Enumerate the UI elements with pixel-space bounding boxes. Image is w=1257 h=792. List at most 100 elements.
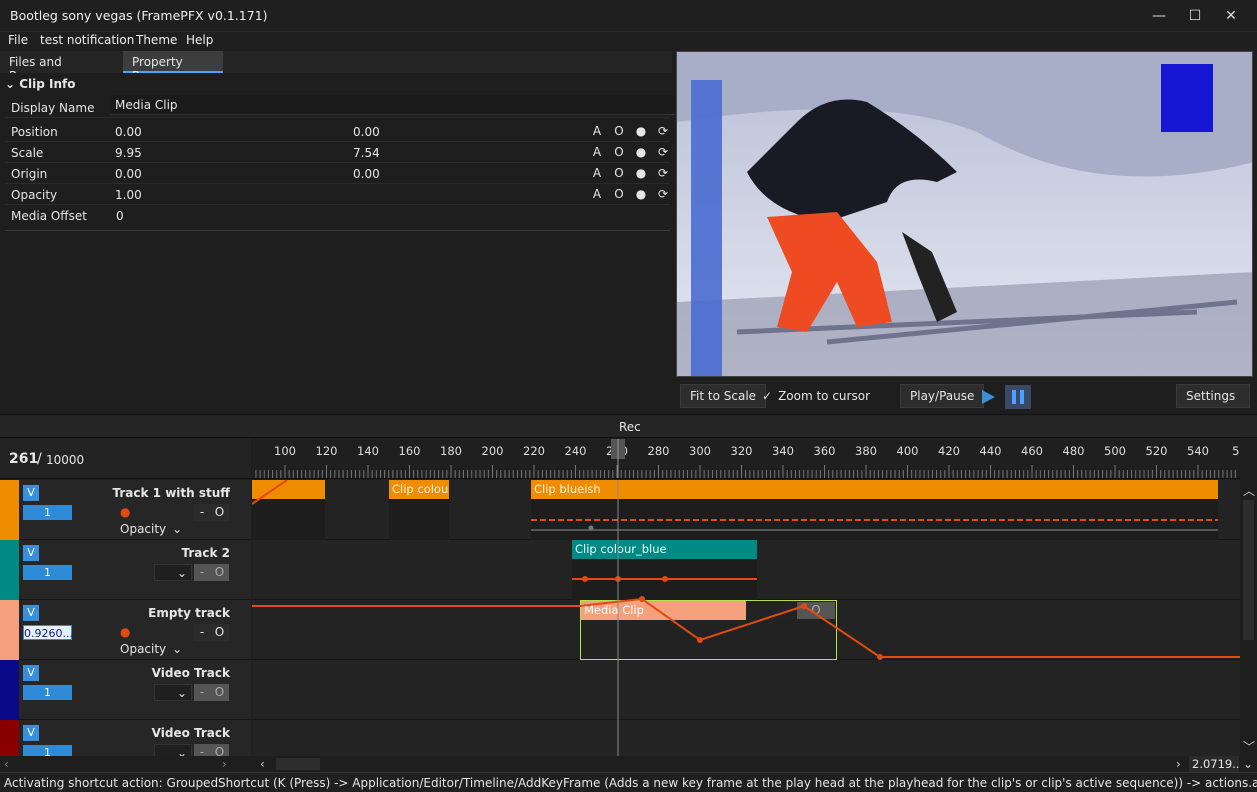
track-visibility-button[interactable]: V <box>23 605 39 621</box>
automation-a-button[interactable]: A <box>590 187 604 201</box>
keyframe-dot-icon[interactable]: ● <box>634 124 648 138</box>
play-icon[interactable] <box>976 385 1000 409</box>
keyframe-dot-icon[interactable]: ● <box>634 166 648 180</box>
scroll-thumb[interactable] <box>1243 500 1254 640</box>
reset-icon[interactable]: ⟳ <box>656 124 670 138</box>
override-button[interactable]: O <box>210 564 229 581</box>
automation-param-select[interactable]: ● Opacity ⌄ <box>120 504 192 536</box>
automation-param-select[interactable]: ⌄ <box>154 684 192 701</box>
automation-a-button[interactable]: A <box>590 124 604 138</box>
ruler-tick-label: 460 <box>1021 444 1043 458</box>
keyframe-dot-icon[interactable]: ● <box>634 145 648 159</box>
track-name: Track 1 with stuff <box>112 486 230 500</box>
property-value-y[interactable]: 0.00 <box>353 125 380 139</box>
chevron-left-icon[interactable]: ‹ <box>260 757 265 771</box>
override-button[interactable]: O <box>612 166 626 180</box>
track-color-swatch[interactable] <box>0 480 19 540</box>
automation-a-button[interactable]: A <box>590 145 604 159</box>
zoom-value-field[interactable]: 2.0719... <box>1189 756 1239 772</box>
reset-icon[interactable]: ⟳ <box>656 145 670 159</box>
track-value-field[interactable]: 1 <box>23 565 72 580</box>
chevron-right-icon[interactable]: › <box>1176 757 1181 771</box>
pause-icon[interactable] <box>1005 385 1031 409</box>
override-button[interactable]: O <box>210 624 229 641</box>
keyframe-point[interactable] <box>877 654 883 660</box>
media-offset-value[interactable]: 0 <box>116 209 124 223</box>
menu-theme[interactable]: Theme <box>136 33 177 47</box>
reset-icon[interactable]: ⟳ <box>656 166 670 180</box>
timeline-ruler[interactable]: 1001201401601802002202402602803003203403… <box>252 439 1240 479</box>
reset-icon[interactable]: ⟳ <box>656 187 670 201</box>
property-value-x[interactable]: 0.00 <box>115 125 142 139</box>
keyframe-point[interactable] <box>588 525 594 531</box>
remove-keyframe-button[interactable]: - <box>194 684 210 701</box>
automation-param-select[interactable]: ● Opacity ⌄ <box>120 624 192 656</box>
vertical-scrollbar[interactable]: ︿ ﹀ <box>1240 480 1257 756</box>
override-button[interactable]: O <box>612 124 626 138</box>
settings-button[interactable]: Settings <box>1176 384 1250 408</box>
track-visibility-button[interactable]: V <box>23 725 39 741</box>
automation-param-select[interactable]: ⌄ <box>154 564 192 581</box>
menu-test-notification[interactable]: test notification <box>40 33 134 47</box>
timeline-scroll-thumb[interactable] <box>276 758 320 770</box>
track-visibility-button[interactable]: V <box>23 545 39 561</box>
track-header[interactable]: V 1 Video Track ⌄ - O <box>0 660 251 720</box>
property-value-x[interactable]: 9.95 <box>115 146 142 160</box>
property-value-x[interactable]: 0.00 <box>115 167 142 181</box>
property-value[interactable]: 1.00 <box>115 188 142 202</box>
track-value-field[interactable]: 1 <box>23 685 72 700</box>
ruler-tick-label: 200 <box>482 444 504 458</box>
video-preview[interactable] <box>676 51 1253 377</box>
keyframe-point[interactable] <box>582 576 588 582</box>
fit-to-scale-button[interactable]: Fit to Scale <box>680 384 767 408</box>
track-header[interactable]: V 1 Track 2 ⌄ - O <box>0 540 251 600</box>
tab-files-and-resources[interactable]: Files and Resources <box>0 51 122 83</box>
override-button[interactable]: O <box>612 145 626 159</box>
chevron-down-icon[interactable]: ﹀ <box>1243 738 1255 755</box>
total-frames[interactable]: 10000 <box>46 453 84 467</box>
override-button[interactable]: O <box>612 187 626 201</box>
override-button[interactable]: O <box>210 504 229 521</box>
track-color-swatch[interactable] <box>0 540 19 600</box>
keyframe-point[interactable] <box>697 637 703 643</box>
param-name: Opacity <box>120 522 167 536</box>
remove-keyframe-button[interactable]: - <box>194 564 210 581</box>
display-name-field[interactable]: Media Clip <box>110 95 675 115</box>
keyframe-dot-icon[interactable]: ● <box>634 187 648 201</box>
chevron-down-icon[interactable]: ⌄ <box>1243 757 1253 771</box>
tab-property-pages[interactable]: Property Pages <box>123 51 223 83</box>
scale-row: Scale 9.95 7.54 A O ● ⟳ <box>5 142 670 163</box>
zoom-to-cursor-toggle[interactable]: ✓ Zoom to cursor <box>762 389 870 403</box>
close-button[interactable]: ✕ <box>1208 0 1254 32</box>
override-button[interactable]: O <box>210 684 229 701</box>
track-visibility-button[interactable]: V <box>23 665 39 681</box>
rec-label[interactable]: Rec <box>619 420 641 434</box>
timeline-area[interactable]: Clip colou... Clip blueish Clip colour_b… <box>252 480 1240 756</box>
track-color-swatch[interactable] <box>0 600 19 660</box>
track-header[interactable]: V 1 Track 1 with stuff ● Opacity ⌄ - O <box>0 480 251 540</box>
track-value-field[interactable]: 1 <box>23 505 72 520</box>
property-value-y[interactable]: 0.00 <box>353 167 380 181</box>
clip-info-header[interactable]: ⌄ Clip Info <box>5 77 76 91</box>
track-visibility-button[interactable]: V <box>23 485 39 501</box>
chevron-up-icon[interactable]: ︿ <box>1243 482 1255 499</box>
frame-separator: / <box>37 451 42 467</box>
property-value-y[interactable]: 7.54 <box>353 146 380 160</box>
track-color-swatch[interactable] <box>0 660 19 720</box>
keyframe-point[interactable] <box>662 576 668 582</box>
automation-a-button[interactable]: A <box>590 166 604 180</box>
track-value-field[interactable]: 0.9260... <box>23 625 73 640</box>
keyframe-point[interactable] <box>639 596 645 602</box>
current-frame[interactable]: 261 <box>9 451 38 467</box>
chevron-down-icon: ⌄ <box>172 522 183 536</box>
menu-file[interactable]: File <box>8 33 28 47</box>
play-pause-button[interactable]: Play/Pause <box>900 384 985 408</box>
chevron-right-icon[interactable]: › <box>222 757 227 771</box>
keyframe-point[interactable] <box>801 603 807 609</box>
menu-help[interactable]: Help <box>186 33 213 47</box>
remove-keyframe-button[interactable]: - <box>194 624 210 641</box>
remove-keyframe-button[interactable]: - <box>194 504 210 521</box>
chevron-left-icon[interactable]: ‹ <box>4 757 9 771</box>
property-label: Opacity <box>11 188 58 202</box>
track-header[interactable]: V 0.9260... Empty track ● Opacity ⌄ - O <box>0 600 251 660</box>
